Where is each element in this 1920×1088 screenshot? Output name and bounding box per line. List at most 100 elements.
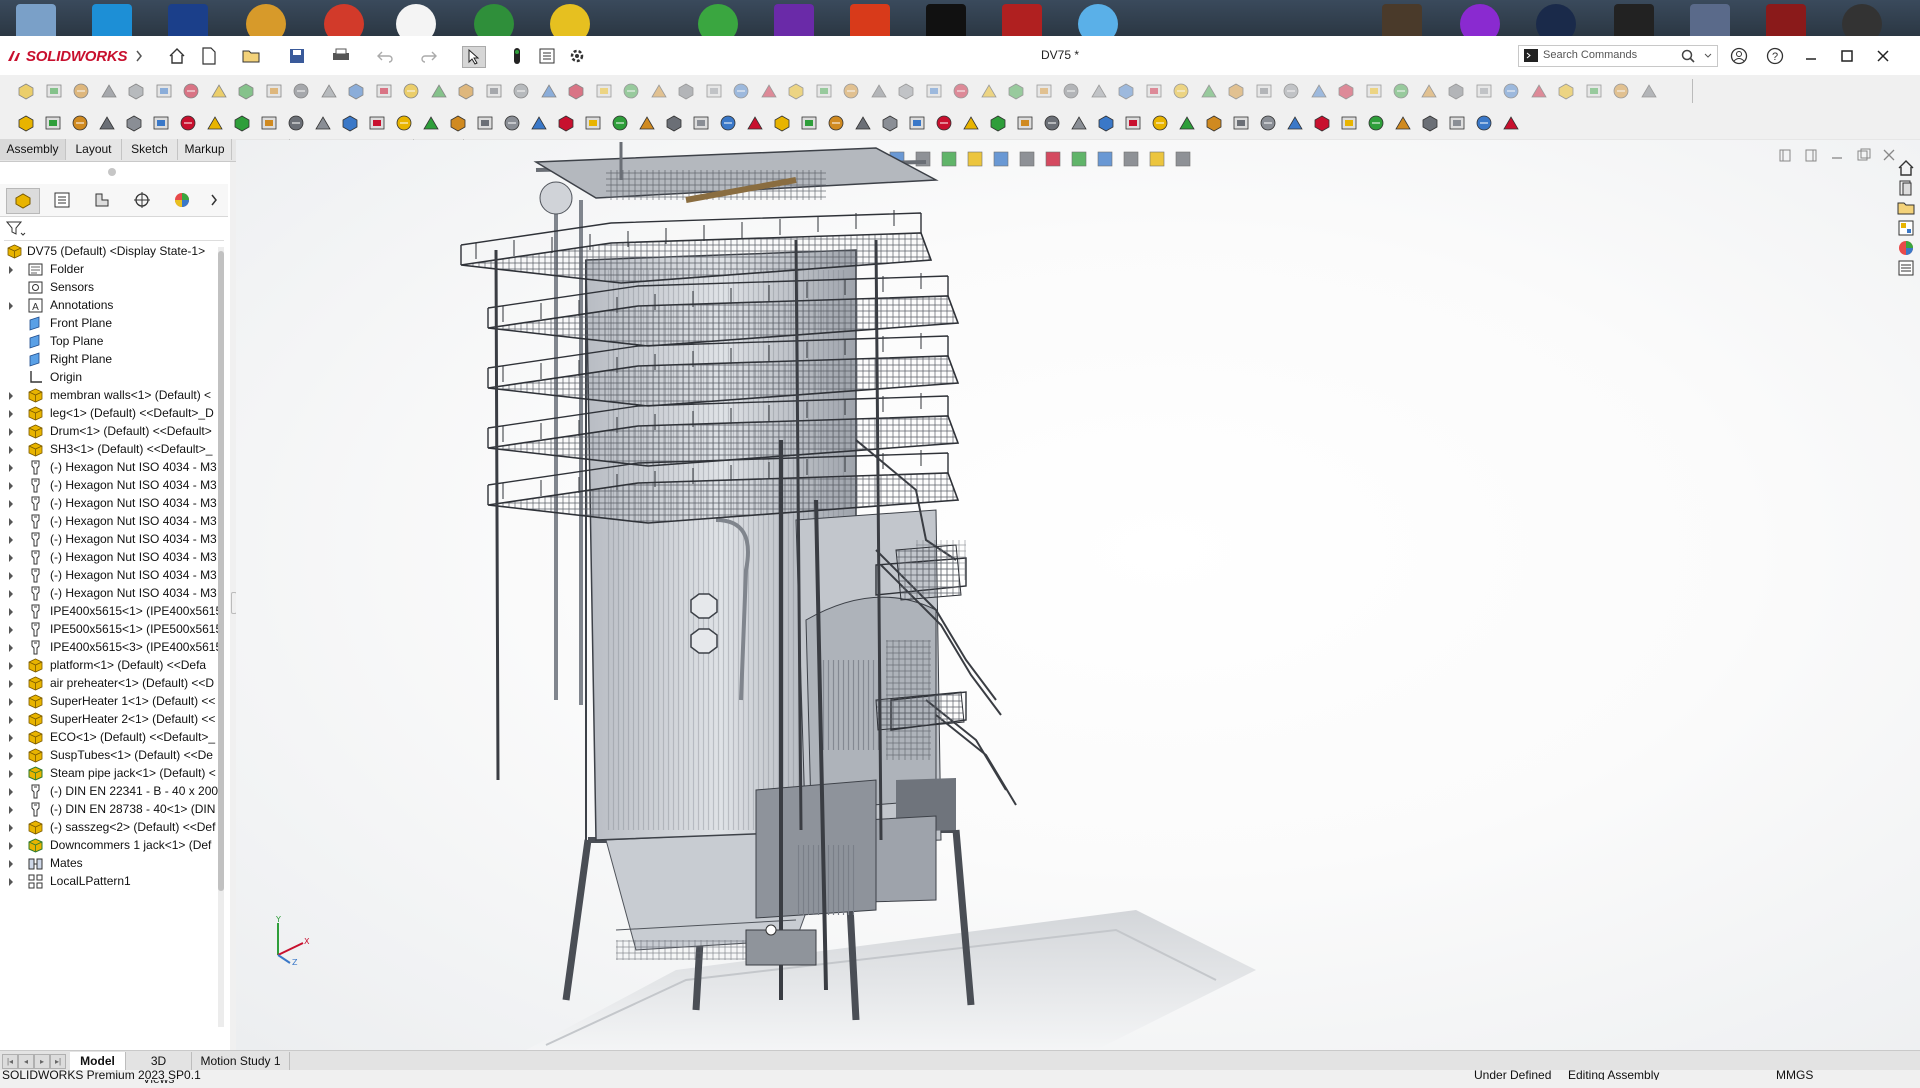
feature-tool-icon[interactable]: [539, 81, 559, 101]
assembly-tool-icon[interactable]: [664, 113, 684, 133]
expand-arrow-icon[interactable]: [7, 840, 15, 850]
feature-tool-icon[interactable]: [1446, 81, 1466, 101]
assembly-tool-icon[interactable]: [1474, 113, 1494, 133]
feature-tool-icon[interactable]: [1226, 81, 1246, 101]
assembly-tool-icon[interactable]: [691, 113, 711, 133]
feature-tool-icon[interactable]: [1144, 81, 1164, 101]
feature-tool-icon[interactable]: [1639, 81, 1659, 101]
feature-tool-icon[interactable]: [291, 81, 311, 101]
desktop-app-icon[interactable]: [168, 4, 208, 36]
expand-arrow-icon[interactable]: [7, 552, 15, 562]
assembly-tool-icon[interactable]: [1096, 113, 1116, 133]
close-button[interactable]: [1870, 45, 1896, 67]
assembly-tool-icon[interactable]: [70, 113, 90, 133]
assembly-tool-icon[interactable]: [1285, 113, 1305, 133]
feature-tool-icon[interactable]: [1061, 81, 1081, 101]
feature-tool-icon[interactable]: [264, 81, 284, 101]
expand-arrow-icon[interactable]: [7, 570, 15, 580]
desktop-app-icon[interactable]: [1078, 4, 1118, 36]
redo-icon[interactable]: [418, 46, 440, 66]
feature-tool-icon[interactable]: [566, 81, 586, 101]
expand-arrow-icon[interactable]: [7, 768, 15, 778]
feature-tree-tab-icon[interactable]: [6, 188, 40, 214]
minimize-button[interactable]: [1798, 45, 1824, 67]
desktop-app-icon[interactable]: [1690, 4, 1730, 36]
help-icon[interactable]: ?: [1762, 45, 1788, 67]
display-manager-tab-icon[interactable]: [166, 188, 198, 212]
command-tab-sketch[interactable]: Sketch: [122, 139, 178, 160]
desktop-app-icon[interactable]: [324, 4, 364, 36]
dimxpert-tab-icon[interactable]: [126, 188, 158, 212]
new-document-icon[interactable]: [198, 46, 220, 66]
undo-icon[interactable]: [374, 46, 396, 66]
feature-tool-icon[interactable]: [44, 81, 64, 101]
expand-arrow-icon[interactable]: [7, 786, 15, 796]
filter-icon[interactable]: [6, 220, 26, 238]
assembly-tool-icon[interactable]: [1042, 113, 1062, 133]
expand-arrow-icon[interactable]: [7, 750, 15, 760]
feature-tool-icon[interactable]: [429, 81, 449, 101]
command-tab-assembly[interactable]: Assembly: [0, 139, 66, 160]
feature-tool-icon[interactable]: [1364, 81, 1384, 101]
expand-arrow-icon[interactable]: [7, 408, 15, 418]
menu-expand-icon[interactable]: [128, 46, 150, 66]
home-icon[interactable]: [166, 46, 188, 66]
options-gear-icon[interactable]: [566, 46, 588, 66]
bottom-tab-model[interactable]: Model: [70, 1052, 126, 1070]
feature-tool-icon[interactable]: [1199, 81, 1219, 101]
assembly-tool-icon[interactable]: [367, 113, 387, 133]
graphics-area[interactable]: Y X Z: [236, 140, 1920, 1050]
account-icon[interactable]: [1726, 45, 1752, 67]
assembly-tool-icon[interactable]: [1366, 113, 1386, 133]
search-icon[interactable]: [1681, 49, 1695, 63]
configuration-manager-tab-icon[interactable]: [86, 188, 118, 212]
expand-arrow-icon[interactable]: [7, 660, 15, 670]
assembly-tool-icon[interactable]: [745, 113, 765, 133]
first-tab-arrow-icon[interactable]: |◂: [2, 1054, 18, 1069]
feature-tool-icon[interactable]: [704, 81, 724, 101]
feature-tool-icon[interactable]: [649, 81, 669, 101]
rebuild-icon[interactable]: [506, 46, 528, 66]
assembly-tool-icon[interactable]: [880, 113, 900, 133]
prev-tab-arrow-icon[interactable]: ◂: [18, 1054, 34, 1069]
open-folder-icon[interactable]: [240, 46, 262, 66]
feature-tool-icon[interactable]: [951, 81, 971, 101]
expand-arrow-icon[interactable]: [7, 534, 15, 544]
expand-arrow-icon[interactable]: [7, 498, 15, 508]
desktop-app-icon[interactable]: [1536, 4, 1576, 36]
expand-arrow-icon[interactable]: [7, 444, 15, 454]
feature-tool-icon[interactable]: [1006, 81, 1026, 101]
assembly-tool-icon[interactable]: [934, 113, 954, 133]
assembly-tool-icon[interactable]: [988, 113, 1008, 133]
save-icon[interactable]: [286, 46, 308, 66]
expand-arrow-icon[interactable]: [7, 858, 15, 868]
desktop-app-icon[interactable]: [16, 4, 56, 36]
expand-arrow-icon[interactable]: [7, 588, 15, 598]
feature-tool-icon[interactable]: [1584, 81, 1604, 101]
chevron-down-icon[interactable]: [1704, 53, 1712, 59]
expand-arrow-icon[interactable]: [7, 642, 15, 652]
feature-tool-icon[interactable]: [759, 81, 779, 101]
assembly-tool-icon[interactable]: [1447, 113, 1467, 133]
assembly-tool-icon[interactable]: [151, 113, 171, 133]
feature-tool-icon[interactable]: [154, 81, 174, 101]
assembly-tool-icon[interactable]: [97, 113, 117, 133]
boiler-assembly-3d-model[interactable]: [236, 140, 1886, 1050]
print-icon[interactable]: [330, 46, 352, 66]
assembly-tool-icon[interactable]: [556, 113, 576, 133]
assembly-tool-icon[interactable]: [799, 113, 819, 133]
assembly-tool-icon[interactable]: [1069, 113, 1089, 133]
feature-tool-icon[interactable]: [1336, 81, 1356, 101]
desktop-app-icon[interactable]: [1460, 4, 1500, 36]
assembly-tool-icon[interactable]: [340, 113, 360, 133]
desktop-app-icon[interactable]: [1614, 4, 1654, 36]
assembly-tool-icon[interactable]: [1204, 113, 1224, 133]
desktop-app-icon[interactable]: [774, 4, 814, 36]
feature-tool-icon[interactable]: [814, 81, 834, 101]
last-tab-arrow-icon[interactable]: ▸|: [50, 1054, 66, 1069]
feature-tool-icon[interactable]: [71, 81, 91, 101]
feature-tool-icon[interactable]: [869, 81, 889, 101]
expand-arrow-icon[interactable]: [7, 264, 15, 274]
feature-tool-icon[interactable]: [484, 81, 504, 101]
assembly-tool-icon[interactable]: [1231, 113, 1251, 133]
